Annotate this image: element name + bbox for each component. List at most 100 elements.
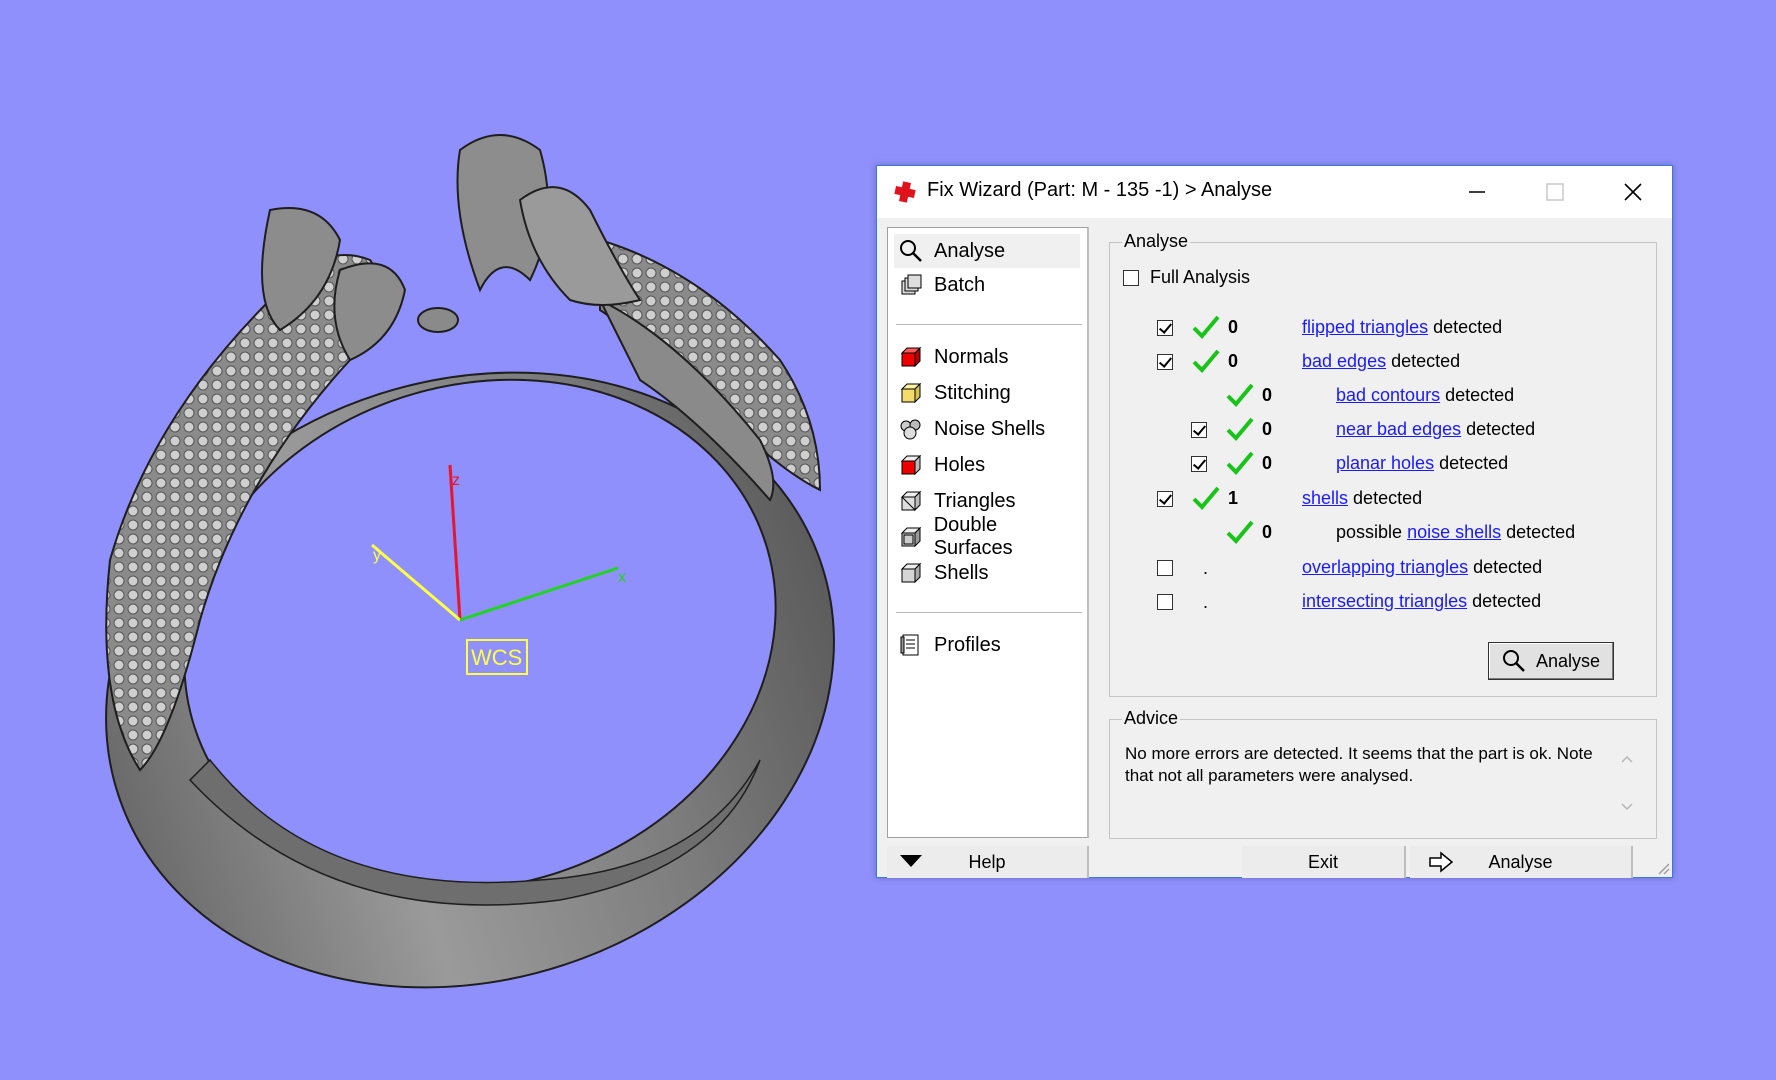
nav-item-double-surfaces[interactable]: Double Surfaces bbox=[894, 514, 1080, 559]
title-bar[interactable]: Fix Wizard (Part: M - 135 -1) > Analyse bbox=[877, 166, 1672, 218]
full-analysis-checkbox[interactable] bbox=[1123, 270, 1139, 286]
shells-cube-icon bbox=[898, 560, 924, 586]
maximize-icon bbox=[1546, 183, 1564, 201]
nav-item-label: Double Surfaces bbox=[933, 514, 1013, 559]
intersecting-triangles-row: intersecting triangles detected bbox=[1302, 591, 1541, 612]
help-label: Help bbox=[968, 851, 1006, 872]
nav-item-stitching[interactable]: Stitching bbox=[894, 376, 1080, 410]
overlapping-triangles-checkbox[interactable] bbox=[1157, 560, 1173, 576]
nav-item-label: Noise Shells bbox=[934, 417, 1046, 440]
maximize-button[interactable] bbox=[1516, 166, 1594, 218]
row-suffix: detected bbox=[1472, 591, 1542, 611]
analyse-next-label: Analyse bbox=[1488, 851, 1553, 872]
nav-item-label: Profiles bbox=[934, 633, 1001, 656]
overlapping-triangles-row: overlapping triangles detected bbox=[1302, 557, 1542, 578]
near-bad-edges-checkbox[interactable] bbox=[1191, 422, 1207, 438]
nav-item-label: Normals bbox=[934, 345, 1009, 368]
nav-item-analyse[interactable]: Analyse bbox=[894, 234, 1080, 268]
nav-separator bbox=[896, 612, 1082, 613]
noise-shells-link[interactable]: noise shells bbox=[1407, 522, 1501, 542]
resize-grip-icon[interactable] bbox=[1654, 859, 1670, 875]
bad-edges-count: 0 bbox=[1228, 351, 1239, 371]
batch-icon bbox=[898, 272, 924, 298]
planar-holes-count: 0 bbox=[1262, 453, 1273, 473]
overlapping-triangles-count: . bbox=[1203, 558, 1209, 578]
nav-item-profiles[interactable]: Profiles bbox=[894, 628, 1080, 662]
bad-edges-link[interactable]: bad edges bbox=[1302, 351, 1386, 371]
planar-holes-link[interactable]: planar holes bbox=[1336, 453, 1434, 473]
magnifier-icon bbox=[1502, 650, 1525, 672]
noise-shells-row: possible noise shells detected bbox=[1336, 522, 1575, 543]
shells-row: shells detected bbox=[1302, 488, 1422, 509]
advice-text: No more errors are detected. It seems th… bbox=[1125, 744, 1593, 785]
nav-item-label: Holes bbox=[934, 453, 986, 476]
analyse-run-button[interactable]: Analyse bbox=[1488, 642, 1614, 680]
bad-contours-link[interactable]: bad contours bbox=[1336, 385, 1440, 405]
row-suffix: detected bbox=[1473, 557, 1543, 577]
normals-cube-icon bbox=[898, 344, 924, 370]
window-title: Fix Wizard (Part: M - 135 -1) > Analyse bbox=[927, 179, 1273, 201]
check-ok-icon bbox=[1226, 520, 1254, 544]
overlapping-triangles-link[interactable]: overlapping triangles bbox=[1302, 557, 1468, 577]
planar-holes-checkbox[interactable] bbox=[1191, 456, 1207, 472]
shells-link[interactable]: shells bbox=[1302, 488, 1348, 508]
shells-count: 1 bbox=[1228, 488, 1239, 508]
wizard-nav-list: Analyse Batch Normals Stitching Noise Sh… bbox=[887, 227, 1089, 838]
check-ok-icon bbox=[1226, 417, 1254, 441]
minimize-icon bbox=[1469, 191, 1485, 193]
axis-y-label: y bbox=[373, 547, 381, 564]
row-suffix: detected bbox=[1353, 488, 1423, 508]
intersecting-triangles-checkbox[interactable] bbox=[1157, 594, 1173, 610]
nav-item-shells[interactable]: Shells bbox=[894, 556, 1080, 590]
nav-item-label: Analyse bbox=[934, 239, 1006, 262]
scroll-up-icon[interactable] bbox=[1619, 751, 1635, 767]
nav-item-holes[interactable]: Holes bbox=[894, 448, 1080, 482]
check-ok-icon bbox=[1192, 486, 1220, 510]
near-bad-edges-count: 0 bbox=[1262, 419, 1273, 439]
stitching-cube-icon bbox=[898, 380, 924, 406]
bad-edges-row: bad edges detected bbox=[1302, 351, 1460, 372]
flipped-triangles-link[interactable]: flipped triangles bbox=[1302, 317, 1428, 337]
intersecting-triangles-link[interactable]: intersecting triangles bbox=[1302, 591, 1467, 611]
close-button[interactable] bbox=[1594, 166, 1672, 218]
nav-item-noise-shells[interactable]: Noise Shells bbox=[894, 412, 1080, 446]
flipped-triangles-row: flipped triangles detected bbox=[1302, 317, 1502, 338]
holes-cube-icon bbox=[898, 452, 924, 478]
check-ok-icon bbox=[1192, 315, 1220, 339]
fix-wizard-window: Fix Wizard (Part: M - 135 -1) > Analyse … bbox=[876, 165, 1673, 878]
advice-group-title: Advice bbox=[1122, 708, 1181, 729]
bad-edges-checkbox[interactable] bbox=[1157, 354, 1173, 370]
double-surfaces-icon bbox=[898, 524, 924, 550]
nav-item-label: Stitching bbox=[934, 381, 1011, 404]
check-ok-icon bbox=[1226, 451, 1254, 475]
shells-checkbox[interactable] bbox=[1157, 491, 1173, 507]
near-bad-edges-link[interactable]: near bad edges bbox=[1336, 419, 1461, 439]
near-bad-edges-row: near bad edges detected bbox=[1336, 419, 1535, 440]
bad-contours-row: bad contours detected bbox=[1336, 385, 1514, 406]
axis-x-label: x bbox=[618, 569, 626, 586]
analyse-next-button[interactable]: Analyse bbox=[1410, 846, 1633, 878]
nav-item-label: Shells bbox=[934, 561, 989, 584]
bottom-button-bar: Help Exit Analyse bbox=[877, 842, 1672, 878]
check-ok-icon bbox=[1226, 383, 1254, 407]
triangles-cube-icon bbox=[898, 488, 924, 514]
planar-holes-row: planar holes detected bbox=[1336, 453, 1508, 474]
intersecting-triangles-count: . bbox=[1203, 592, 1209, 612]
nav-item-batch[interactable]: Batch bbox=[894, 268, 1080, 302]
nav-item-triangles[interactable]: Triangles bbox=[894, 484, 1080, 518]
profiles-icon bbox=[898, 632, 924, 658]
red-cross-app-icon bbox=[894, 181, 916, 203]
row-suffix: detected bbox=[1466, 419, 1536, 439]
row-suffix: detected bbox=[1439, 453, 1509, 473]
help-button[interactable]: Help bbox=[887, 846, 1089, 878]
analyse-group-title: Analyse bbox=[1122, 231, 1191, 252]
ring-model bbox=[105, 134, 835, 989]
exit-button[interactable]: Exit bbox=[1242, 846, 1406, 878]
row-prefix: possible bbox=[1336, 522, 1403, 542]
scroll-down-icon[interactable] bbox=[1619, 799, 1635, 815]
minimize-button[interactable] bbox=[1438, 166, 1516, 218]
check-ok-icon bbox=[1192, 349, 1220, 373]
flipped-triangles-checkbox[interactable] bbox=[1157, 320, 1173, 336]
nav-item-normals[interactable]: Normals bbox=[894, 340, 1080, 374]
noise-shells-count: 0 bbox=[1262, 522, 1273, 542]
